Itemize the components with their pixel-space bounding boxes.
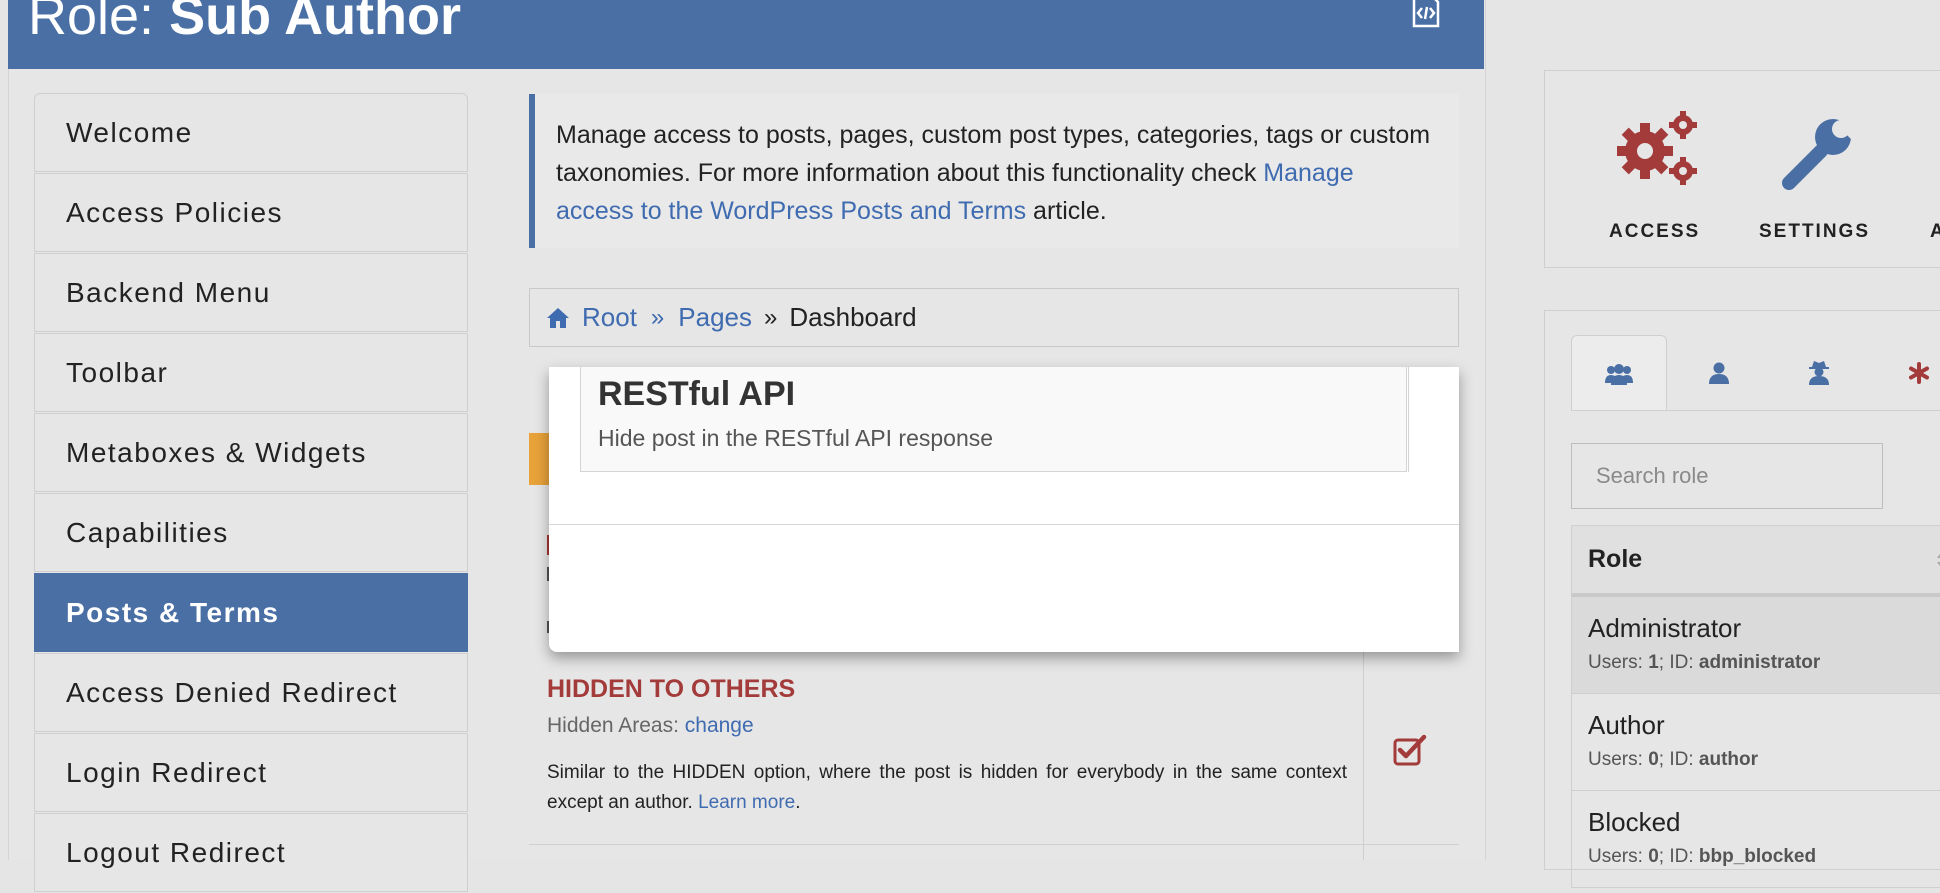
info-notice: Manage access to posts, pages, custom po… [529, 94, 1459, 248]
sidebar-nav: Welcome Access Policies Backend Menu Too… [34, 93, 468, 893]
role-meta: Users: 0; ID: author [1588, 749, 1758, 770]
tabs-divider [1571, 410, 1940, 411]
breadcrumb-current: Dashboard [789, 302, 917, 332]
sidebar-item-welcome[interactable]: Welcome [34, 93, 468, 172]
asterisk-icon [1909, 362, 1929, 384]
search-role-input[interactable] [1571, 443, 1883, 509]
option-title: RESTful API [598, 375, 796, 413]
breadcrumb-separator: » [650, 303, 665, 331]
role-name: Blocked [1588, 807, 1681, 837]
tab-roles[interactable] [1571, 335, 1667, 411]
description-end: . [795, 792, 801, 813]
role-panel: Role Administrator Users: 1; ID: adminis… [1544, 310, 1940, 888]
role-row-author[interactable]: Author Users: 0; ID: author [1571, 694, 1940, 791]
third-tool-label: A [1930, 221, 1940, 242]
role-name: Author [1588, 710, 1665, 740]
role-name: Administrator [1588, 613, 1742, 643]
wrench-icon [1782, 117, 1857, 190]
option-toggle-cell[interactable] [1408, 367, 1468, 472]
row-divider [529, 844, 1459, 845]
modal-divider [549, 524, 1459, 525]
sidebar-item-label: Metaboxes & Widgets [66, 436, 367, 468]
option-description: Similar to the HIDDEN option, where the … [547, 758, 1347, 818]
sidebar-item-label: Toolbar [66, 356, 169, 388]
option-title: HIDDEN TO OTHERS [547, 675, 796, 703]
file-code-icon[interactable] [1406, 0, 1444, 32]
option-modal: RESTful API Hide post in the RESTful API… [549, 367, 1459, 652]
breadcrumb: Root » Pages » Dashboard [529, 288, 1459, 347]
sidebar-item-backend-menu[interactable]: Backend Menu [34, 253, 468, 332]
sidebar-item-capabilities[interactable]: Capabilities [34, 493, 468, 572]
role-column-header[interactable]: Role [1571, 525, 1940, 597]
user-secret-icon [1809, 361, 1829, 385]
sidebar-item-label: Welcome [66, 116, 193, 148]
sidebar-item-toolbar[interactable]: Toolbar [34, 333, 468, 412]
role-row-administrator[interactable]: Administrator Users: 1; ID: administrato… [1571, 597, 1940, 694]
sidebar-item-posts-terms[interactable]: Posts & Terms [34, 573, 468, 652]
tab-visitors[interactable] [1771, 335, 1867, 411]
sidebar-item-label: Capabilities [66, 516, 229, 548]
user-icon [1709, 362, 1729, 384]
option-description: Hide post in the RESTful API response [598, 425, 994, 451]
hidden-areas-label: Hidden Areas: [547, 714, 685, 737]
breadcrumb-root-link[interactable]: Root [582, 302, 637, 333]
role-row-blocked[interactable]: Blocked Users: 0; ID: bbp_blocked [1571, 791, 1940, 888]
tab-users[interactable] [1671, 335, 1767, 411]
home-icon[interactable] [546, 307, 570, 329]
tab-default[interactable] [1871, 335, 1940, 411]
role-header-bar: Role: Sub Author [8, 0, 1484, 69]
info-text-end: article. [1026, 197, 1107, 225]
gears-icon [1617, 111, 1697, 185]
users-icon [1605, 363, 1633, 385]
sidebar-item-label: Login Redirect [66, 756, 268, 788]
breadcrumb-separator: » [764, 303, 778, 331]
sidebar-item-logout-redirect[interactable]: Logout Redirect [34, 813, 468, 892]
sidebar-item-metaboxes-widgets[interactable]: Metaboxes & Widgets [34, 413, 468, 492]
learn-more-link[interactable]: Learn more [698, 792, 795, 813]
role-meta: Users: 1; ID: administrator [1588, 652, 1821, 673]
hidden-to-others-option: HIDDEN TO OTHERS Hidden Areas: change Si… [547, 675, 1347, 818]
settings-label: SETTINGS [1759, 221, 1871, 242]
warning-strip [529, 433, 551, 485]
sidebar-item-label: Posts & Terms [66, 596, 280, 628]
role-meta: Users: 0; ID: bbp_blocked [1588, 846, 1817, 867]
sidebar-item-label: Access Policies [66, 196, 284, 228]
access-label: ACCESS [1609, 221, 1701, 242]
hidden-areas: Hidden Areas: change [547, 714, 1347, 738]
sort-icon[interactable] [1936, 548, 1940, 572]
change-areas-link[interactable]: change [685, 714, 754, 737]
sidebar-item-label: Logout Redirect [66, 836, 287, 868]
checkbox-checked-icon[interactable] [1393, 734, 1427, 766]
restful-api-option[interactable]: RESTful API Hide post in the RESTful API… [580, 367, 1409, 472]
breadcrumb-pages-link[interactable]: Pages [678, 302, 752, 333]
feature-icon-panel: ACCESS SETTINGS A [1544, 70, 1940, 268]
sidebar-item-label: Backend Menu [66, 276, 271, 308]
description-text: Similar to the HIDDEN option, where the … [547, 762, 1347, 813]
sidebar-item-label: Access Denied Redirect [66, 676, 398, 708]
sidebar-item-access-policies[interactable]: Access Policies [34, 173, 468, 252]
sidebar-item-login-redirect[interactable]: Login Redirect [34, 733, 468, 812]
page-title: Role: Sub Author [28, 0, 462, 46]
role-column-label: Role [1588, 545, 1643, 573]
sidebar-item-access-denied-redirect[interactable]: Access Denied Redirect [34, 653, 468, 732]
